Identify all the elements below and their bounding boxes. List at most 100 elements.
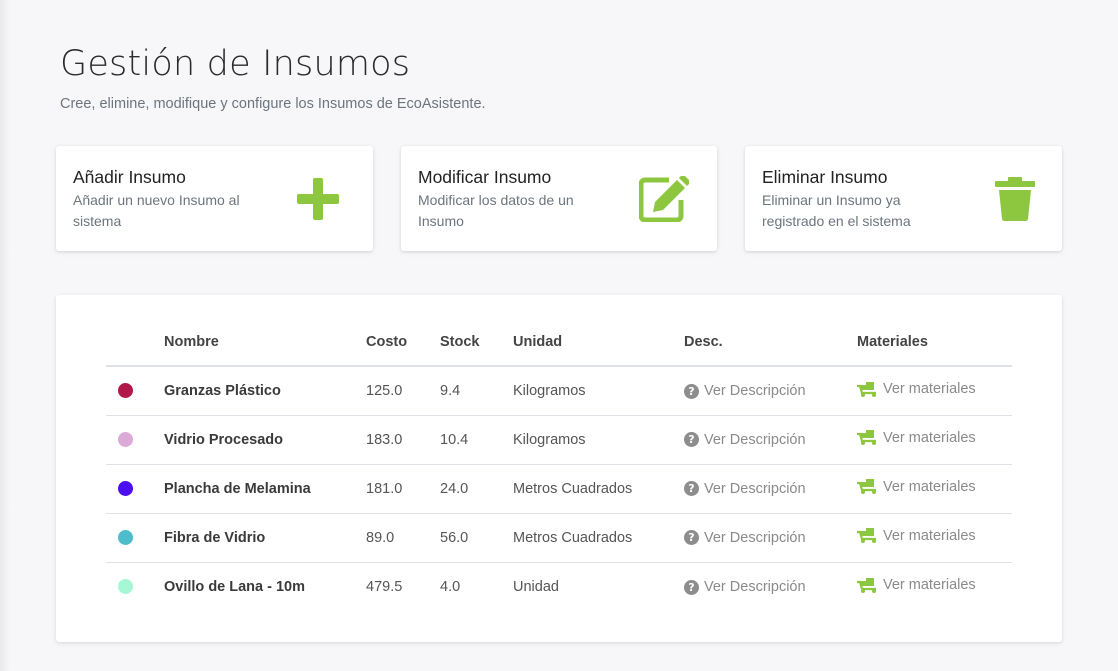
color-cell <box>106 415 164 465</box>
column-header-nombre[interactable]: Nombre <box>164 315 366 367</box>
delete-insumo-card[interactable]: Eliminar Insumo Eliminar un Insumo ya re… <box>745 146 1062 251</box>
insumo-unit: Kilogramos <box>513 366 684 416</box>
color-dot <box>118 383 133 399</box>
question-circle-icon: ? <box>684 579 699 595</box>
column-header-stock[interactable]: Stock <box>440 315 513 367</box>
desc-cell: ? Ver Descripción <box>684 366 857 416</box>
card-description: Eliminar un Insumo ya registrado en el s… <box>762 192 911 229</box>
color-cell <box>106 513 164 563</box>
insumo-name: Plancha de Melamina <box>164 464 366 514</box>
view-description-label: Ver Descripción <box>704 480 806 497</box>
view-materials-label: Ver materiales <box>883 429 976 446</box>
question-circle-icon: ? <box>684 383 699 399</box>
page-title: Gestión de Insumos <box>60 44 411 84</box>
insumo-cost: 479.5 <box>366 578 403 595</box>
insumo-name: Vidrio Procesado <box>164 415 366 465</box>
column-header-unidad[interactable]: Unidad <box>513 315 684 367</box>
plus-icon <box>293 176 343 222</box>
trash-icon <box>990 176 1040 222</box>
question-circle-icon: ? <box>684 481 699 497</box>
dolly-icon <box>857 381 878 397</box>
page-subtitle: Cree, elimine, modifique y configure los… <box>60 96 486 112</box>
color-dot <box>118 481 133 497</box>
color-cell <box>106 464 164 514</box>
card-title: Modificar Insumo <box>418 167 552 187</box>
insumo-cost: 181.0 <box>366 464 440 514</box>
insumo-stock: 10.4 <box>440 415 513 465</box>
dolly-icon <box>857 430 878 446</box>
sidebar-edge <box>0 0 10 671</box>
insumo-stock: 24.0 <box>440 464 513 514</box>
edit-insumo-card[interactable]: Modificar Insumo Modificar los datos de … <box>401 146 717 251</box>
insumo-name: Granzas Plástico <box>164 366 366 416</box>
column-header-desc: Desc. <box>684 315 857 367</box>
desc-cell: ? Ver Descripción <box>684 513 857 563</box>
view-materials-label: Ver materiales <box>883 527 976 544</box>
table-row[interactable]: Fibra de Vidrio 89.0 56.0 Metros Cuadrad… <box>106 513 1012 563</box>
view-description-label: Ver Descripción <box>704 431 806 448</box>
materials-cell: Ver materiales <box>857 464 1012 514</box>
insumo-stock: 56.0 <box>440 513 513 563</box>
view-description-label: Ver Descripción <box>704 383 806 399</box>
view-description-link[interactable]: ? Ver Descripción <box>684 579 806 595</box>
card-description: Añadir un nuevo Insumo al sistema <box>73 192 240 229</box>
insumo-name: Ovillo de Lana - 10m <box>164 578 306 595</box>
insumo-stock: 9.4 <box>440 366 513 416</box>
insumo-cost: 89.0 <box>366 513 440 563</box>
dolly-icon <box>857 577 878 593</box>
column-header-materiales: Materiales <box>857 315 1012 367</box>
insumo-unit: Metros Cuadrados <box>513 464 684 514</box>
table-row[interactable]: Granzas Plástico 125.0 9.4 Kilogramos ? … <box>106 366 1012 416</box>
view-materials-link[interactable]: Ver materiales <box>857 381 976 397</box>
insumo-unit: Kilogramos <box>513 415 684 465</box>
view-description-link[interactable]: ? Ver Descripción <box>684 481 806 497</box>
color-dot <box>118 530 133 546</box>
color-cell <box>106 562 164 611</box>
column-header-costo[interactable]: Costo <box>366 315 440 367</box>
materials-cell: Ver materiales <box>857 415 1012 465</box>
view-description-link[interactable]: ? Ver Descripción <box>684 530 806 546</box>
view-materials-link[interactable]: Ver materiales <box>857 528 976 544</box>
card-description: Modificar los datos de un Insumo <box>418 192 574 229</box>
view-description-label: Ver Descripción <box>704 529 806 546</box>
insumo-unit: Metros Cuadrados <box>513 513 684 563</box>
dolly-icon <box>857 479 878 495</box>
view-materials-label: Ver materiales <box>883 381 976 397</box>
add-insumo-card[interactable]: Añadir Insumo Añadir un nuevo Insumo al … <box>56 146 373 251</box>
view-description-link[interactable]: ? Ver Descripción <box>684 383 806 399</box>
color-dot <box>118 432 133 448</box>
column-header-color <box>106 315 164 367</box>
insumos-table: Nombre Costo Stock Unidad Desc. Material… <box>106 315 1012 611</box>
question-circle-icon: ? <box>684 432 699 448</box>
insumo-unit: Unidad <box>513 578 559 595</box>
question-circle-icon: ? <box>684 530 699 546</box>
card-title: Añadir Insumo <box>73 167 186 187</box>
view-description-link[interactable]: ? Ver Descripción <box>684 432 806 448</box>
color-dot <box>118 579 133 595</box>
table-row[interactable]: Vidrio Procesado 183.0 10.4 Kilogramos ?… <box>106 415 1012 465</box>
materials-cell: Ver materiales <box>857 513 1012 563</box>
view-materials-link[interactable]: Ver materiales <box>857 577 976 593</box>
view-description-label: Ver Descripción <box>704 579 806 595</box>
desc-cell: ? Ver Descripción <box>684 562 857 611</box>
materials-cell: Ver materiales <box>857 366 1012 416</box>
insumo-cost: 183.0 <box>366 415 440 465</box>
insumo-name: Fibra de Vidrio <box>164 513 366 563</box>
insumos-table-card: Nombre Costo Stock Unidad Desc. Material… <box>56 295 1062 642</box>
view-materials-link[interactable]: Ver materiales <box>857 430 976 446</box>
view-materials-label: Ver materiales <box>883 478 976 495</box>
table-header-row: Nombre Costo Stock Unidad Desc. Material… <box>106 315 1012 367</box>
insumo-stock: 4.0 <box>440 578 461 595</box>
materials-cell: Ver materiales <box>857 562 1012 611</box>
color-cell <box>106 366 164 416</box>
view-materials-label: Ver materiales <box>883 577 976 593</box>
desc-cell: ? Ver Descripción <box>684 415 857 465</box>
card-title: Eliminar Insumo <box>762 167 888 187</box>
dolly-icon <box>857 528 878 544</box>
table-row[interactable]: Ovillo de Lana - 10m 479.5 4.0 Unidad ? … <box>106 562 1012 611</box>
edit-icon <box>639 176 689 222</box>
view-materials-link[interactable]: Ver materiales <box>857 479 976 495</box>
table-row[interactable]: Plancha de Melamina 181.0 24.0 Metros Cu… <box>106 464 1012 514</box>
insumo-cost: 125.0 <box>366 366 440 416</box>
desc-cell: ? Ver Descripción <box>684 464 857 514</box>
